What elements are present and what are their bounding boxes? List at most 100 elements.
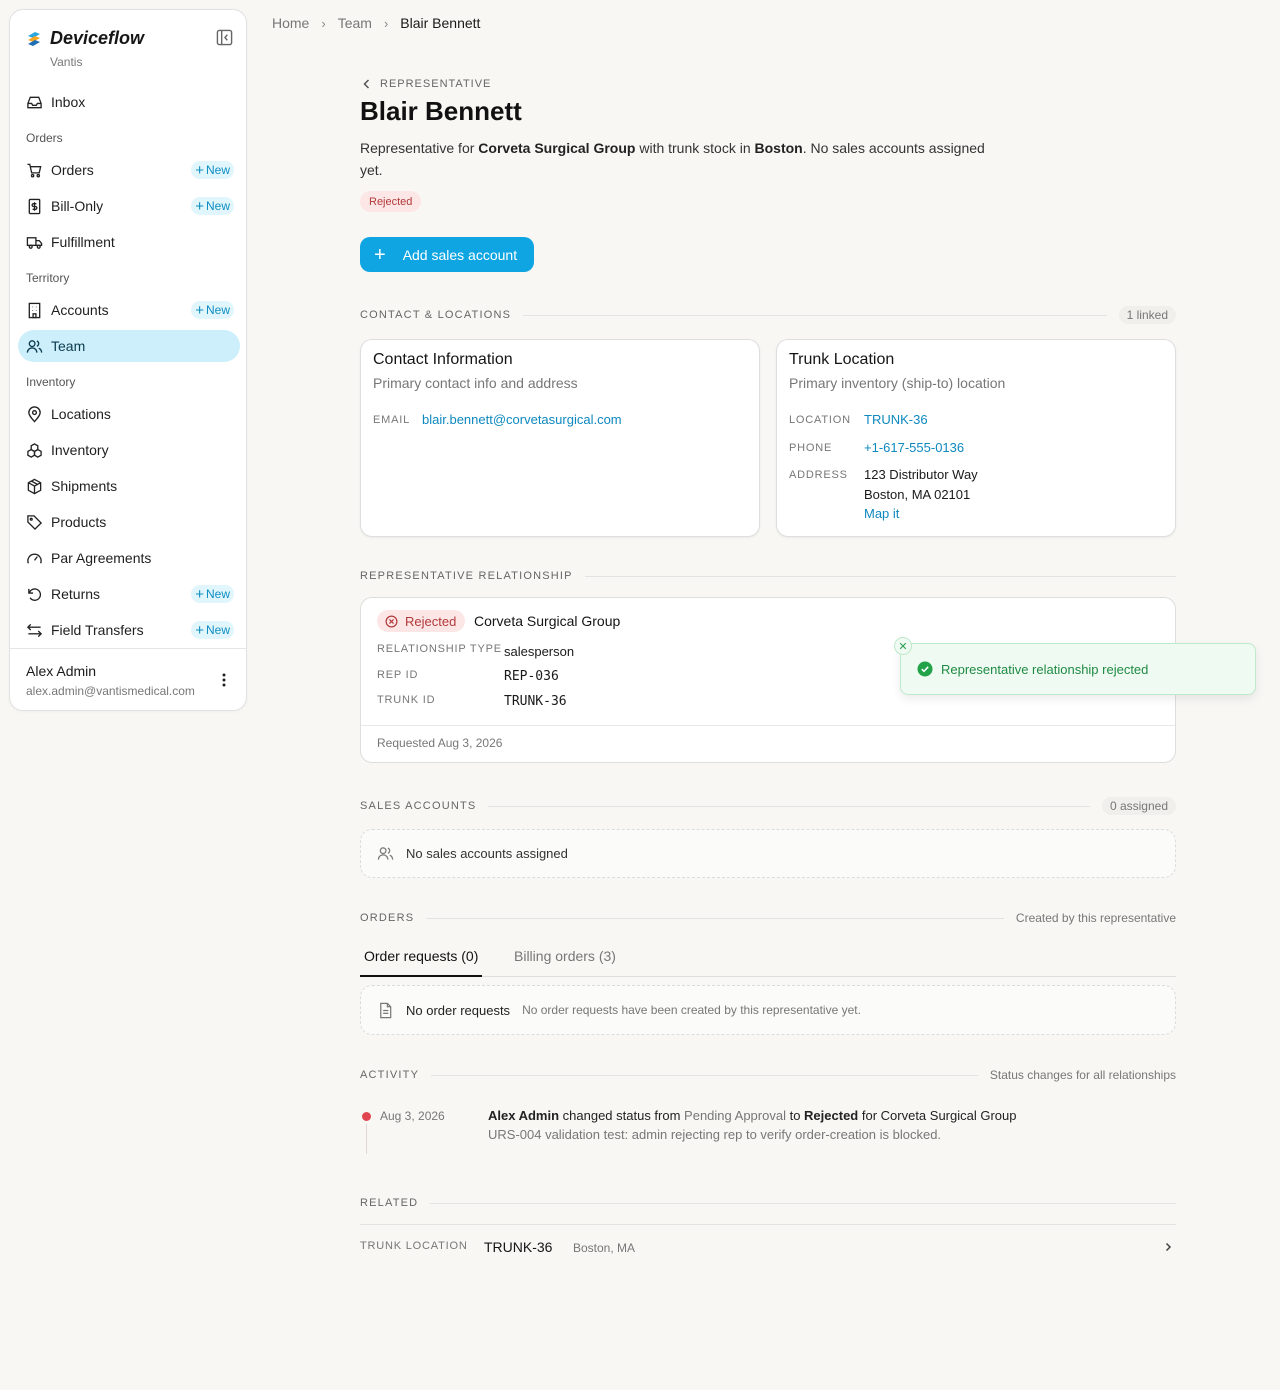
sidebar-item-bill-only[interactable]: Bill-Only + New (18, 190, 240, 222)
address-line2: Boston, MA 02101 (864, 487, 971, 502)
orders-section-header: ORDERS Created by this representative (360, 908, 1176, 928)
check-circle-icon (917, 661, 933, 677)
cart-icon (27, 163, 42, 177)
divider (523, 314, 1107, 316)
related-place: Boston, MA (573, 1241, 636, 1255)
status-badge: Rejected (360, 191, 422, 212)
new-label: New (205, 623, 230, 637)
email-link[interactable]: blair.bennett@corvetasurgical.com (422, 412, 622, 427)
map-it-link[interactable]: Map it (864, 506, 899, 521)
desc-mid: with trunk stock in (635, 140, 755, 156)
card-subtitle: Primary contact info and address (373, 375, 578, 391)
sidebar-item-products[interactable]: Products (18, 506, 240, 538)
relationship-type-value: salesperson (504, 644, 575, 659)
back-link[interactable]: REPRESENTATIVE (360, 77, 491, 91)
activity-text: Alex Admin changed status from Pending A… (488, 1108, 1016, 1123)
add-sales-account-button[interactable]: + Add sales account (360, 237, 534, 272)
tab-order-requests[interactable]: Order requests (0) (360, 948, 483, 977)
sidebar-item-label: Field Transfers (51, 622, 144, 638)
more-vertical-icon[interactable] (216, 671, 232, 689)
trunk-location-card: Trunk Location Primary inventory (ship-t… (776, 339, 1176, 537)
chevron-right-icon: › (383, 15, 389, 31)
new-bill-only-button[interactable]: + New (191, 197, 234, 215)
sidebar-item-label: Team (51, 338, 86, 354)
sidebar-item-returns[interactable]: Returns + New (18, 578, 240, 610)
sidebar-item-label: Locations (51, 406, 111, 422)
activity-text3: for Corveta Surgical Group (858, 1108, 1017, 1123)
activity-to-status: Rejected (804, 1108, 859, 1123)
assigned-count: 0 assigned (1101, 797, 1176, 815)
sidebar-item-team[interactable]: Team (18, 330, 240, 362)
sidebar-item-fulfillment[interactable]: Fulfillment (18, 226, 240, 258)
sidebar-item-label: Returns (51, 586, 101, 602)
activity-text2: to (785, 1108, 805, 1123)
tab-billing-orders[interactable]: Billing orders (3) (510, 948, 620, 977)
phone-key: PHONE (789, 442, 833, 454)
sidebar-item-inbox[interactable]: Inbox (18, 86, 240, 118)
sidebar-item-par-agreements[interactable]: Par Agreements (18, 542, 240, 574)
card-title: Trunk Location (789, 351, 895, 368)
toast-close-icon[interactable]: ✕ (894, 637, 912, 655)
new-label: New (205, 163, 230, 177)
relationship-status-badge: Rejected (377, 610, 466, 632)
back-link-label: REPRESENTATIVE (380, 78, 492, 90)
sidebar-item-field-transfers[interactable]: Field Transfers + New (18, 614, 240, 646)
sidebar-item-label: Accounts (51, 302, 109, 318)
sidebar-item-inventory[interactable]: Inventory (18, 434, 240, 466)
new-return-button[interactable]: + New (191, 585, 234, 603)
page-title: Blair Bennett (360, 96, 522, 126)
new-account-button[interactable]: + New (191, 301, 234, 319)
truck-icon (26, 236, 43, 249)
card-subtitle: Primary inventory (ship-to) location (789, 375, 1006, 391)
orders-tabs: Order requests (0) Billing orders (3) (360, 941, 1176, 977)
requested-date: Requested Aug 3, 2026 (377, 736, 503, 750)
rep-id-value: REP-036 (504, 669, 559, 684)
orders-meta: Created by this representative (1015, 911, 1176, 925)
phone-link[interactable]: +1-617-555-0136 (864, 440, 964, 455)
divider (584, 575, 1176, 577)
new-label: New (205, 303, 230, 317)
breadcrumb-team[interactable]: Team (338, 15, 372, 31)
chevron-right-icon (1165, 1242, 1172, 1252)
package-icon (27, 478, 42, 494)
sidebar-section-inventory: Inventory (26, 375, 76, 389)
divider (488, 805, 1090, 807)
sidebar-item-label: Inbox (51, 94, 86, 110)
user-block[interactable]: Alex Admin alex.admin@vantismedical.com (10, 648, 246, 710)
sidebar-item-label: Fulfillment (51, 234, 115, 250)
page-description: Representative for Corveta Surgical Grou… (360, 137, 990, 181)
sidebar-collapse-icon[interactable] (216, 29, 233, 46)
sidebar-section-orders: Orders (26, 131, 63, 145)
location-link[interactable]: TRUNK-36 (864, 412, 928, 427)
card-title: Contact Information (373, 351, 513, 368)
desc-city: Boston (754, 140, 803, 156)
section-label: ORDERS (360, 912, 415, 924)
file-text-icon (380, 1002, 392, 1018)
sidebar-item-orders[interactable]: Orders + New (18, 154, 240, 186)
rep-id-key: REP ID (377, 669, 419, 681)
breadcrumb-current: Blair Bennett (400, 15, 481, 31)
toast-notification: ✕ Representative relationship rejected (894, 637, 1256, 695)
divider (431, 1074, 978, 1076)
chevron-right-icon: › (321, 15, 326, 31)
arrows-left-right-icon (26, 623, 43, 637)
map-pin-icon (28, 405, 41, 423)
trunk-id-value: TRUNK-36 (504, 694, 567, 709)
new-order-button[interactable]: + New (191, 161, 234, 179)
sidebar-item-shipments[interactable]: Shipments (18, 470, 240, 502)
breadcrumb: Home › Team › Blair Bennett (272, 15, 480, 31)
empty-message: No sales accounts assigned (406, 846, 568, 861)
sidebar-item-accounts[interactable]: Accounts + New (18, 294, 240, 326)
divider (361, 725, 1175, 726)
new-field-transfer-button[interactable]: + New (191, 621, 234, 639)
related-value: TRUNK-36 (484, 1239, 553, 1255)
sidebar-item-locations[interactable]: Locations (18, 398, 240, 430)
activity-date: Aug 3, 2026 (380, 1109, 445, 1123)
related-trunk-location-row[interactable]: TRUNK LOCATION TRUNK-36 Boston, MA (360, 1225, 1176, 1269)
plus-icon: + (374, 243, 386, 266)
location-key: LOCATION (789, 414, 851, 426)
related-key: TRUNK LOCATION (360, 1240, 468, 1252)
brand[interactable]: Deviceflow (26, 28, 144, 49)
breadcrumb-home[interactable]: Home (272, 15, 309, 31)
new-label: New (205, 199, 230, 213)
